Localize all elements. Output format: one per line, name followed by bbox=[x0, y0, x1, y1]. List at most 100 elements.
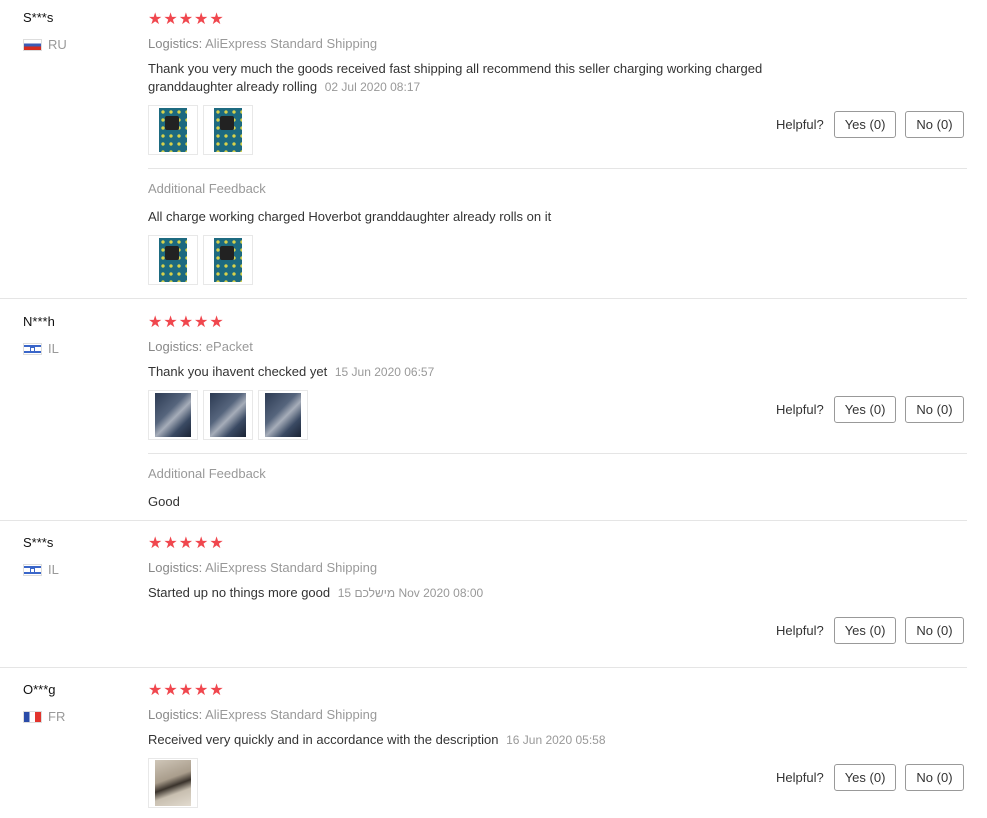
reviewer-name: S***s bbox=[23, 10, 54, 25]
star-icon: ★ bbox=[194, 535, 209, 552]
helpful-label: Helpful? bbox=[776, 402, 824, 417]
divider bbox=[148, 453, 967, 454]
reviewer-country: FR bbox=[23, 709, 65, 724]
star-icon: ★ bbox=[163, 11, 178, 28]
star-icon: ★ bbox=[209, 314, 224, 331]
review-photo[interactable] bbox=[148, 235, 198, 285]
review-photos bbox=[148, 390, 308, 440]
star-icon: ★ bbox=[209, 11, 224, 28]
logistics-info: Logistics: AliExpress Standard Shipping bbox=[148, 36, 377, 51]
helpful-no-button[interactable]: No (0) bbox=[905, 396, 964, 423]
logistics-label: Logistics: bbox=[148, 707, 203, 722]
logistics-info: Logistics: ePacket bbox=[148, 339, 253, 354]
additional-feedback-title: Additional Feedback bbox=[148, 181, 266, 196]
logistics-label: Logistics: bbox=[148, 339, 203, 354]
star-icon: ★ bbox=[148, 682, 163, 699]
divider bbox=[148, 168, 967, 169]
review-body: Thank you very much the goods received f… bbox=[148, 61, 763, 94]
country-code: IL bbox=[48, 341, 59, 356]
reviewer-country: IL bbox=[23, 562, 59, 577]
star-icon: ★ bbox=[178, 682, 194, 699]
logistics-info: Logistics: AliExpress Standard Shipping bbox=[148, 707, 377, 722]
review-photo[interactable] bbox=[203, 105, 253, 155]
logistics-info: Logistics: AliExpress Standard Shipping bbox=[148, 560, 377, 575]
review-body: Received very quickly and in accordance … bbox=[148, 732, 499, 747]
star-icon: ★ bbox=[178, 314, 194, 331]
review-photo[interactable] bbox=[258, 390, 308, 440]
review-photo[interactable] bbox=[203, 235, 253, 285]
review-photo[interactable] bbox=[148, 390, 198, 440]
helpful-yes-button[interactable]: Yes (0) bbox=[833, 764, 897, 791]
country-code: RU bbox=[48, 37, 67, 52]
star-icon: ★ bbox=[148, 535, 163, 552]
logistics-method: AliExpress Standard Shipping bbox=[205, 36, 378, 51]
helpful-vote: Helpful? Yes (0) No (0) bbox=[776, 764, 964, 791]
helpful-no-button[interactable]: No (0) bbox=[905, 764, 964, 791]
helpful-label: Helpful? bbox=[776, 770, 824, 785]
additional-photos bbox=[148, 235, 253, 285]
helpful-vote: Helpful? Yes (0) No (0) bbox=[776, 111, 964, 138]
review-date: 02 Jul 2020 08:17 bbox=[324, 80, 421, 94]
review-date: 16 Jun 2020 05:58 bbox=[506, 733, 606, 747]
france-flag-icon bbox=[23, 710, 42, 723]
star-icon: ★ bbox=[178, 535, 194, 552]
additional-feedback-text: Good bbox=[148, 494, 180, 509]
star-icon: ★ bbox=[194, 314, 209, 331]
review-separator bbox=[0, 520, 967, 521]
star-icon: ★ bbox=[194, 11, 209, 28]
star-rating: ★ ★ ★ ★ ★ bbox=[148, 536, 224, 552]
russia-flag-icon bbox=[23, 38, 42, 51]
additional-feedback-title: Additional Feedback bbox=[148, 466, 266, 481]
helpful-label: Helpful? bbox=[776, 623, 824, 638]
logistics-method: AliExpress Standard Shipping bbox=[205, 707, 378, 722]
helpful-vote: Helpful? Yes (0) No (0) bbox=[776, 617, 964, 644]
helpful-no-button[interactable]: No (0) bbox=[905, 617, 964, 644]
star-rating: ★ ★ ★ ★ ★ bbox=[148, 12, 224, 28]
star-icon: ★ bbox=[163, 682, 178, 699]
reviewer-name: N***h bbox=[23, 314, 55, 329]
star-icon: ★ bbox=[194, 682, 209, 699]
star-icon: ★ bbox=[209, 682, 224, 699]
israel-flag-icon bbox=[23, 563, 42, 576]
country-code: FR bbox=[48, 709, 66, 724]
review-date: 15 Jun 2020 06:57 bbox=[334, 365, 435, 379]
star-icon: ★ bbox=[148, 11, 163, 28]
review-photos bbox=[148, 105, 253, 155]
review-separator bbox=[0, 667, 967, 668]
country-code: IL bbox=[48, 562, 59, 577]
review-date: 15 מישלכם Nov 2020 08:00 bbox=[337, 586, 484, 600]
helpful-no-button[interactable]: No (0) bbox=[905, 111, 964, 138]
review-text: Thank you very much the goods received f… bbox=[148, 60, 798, 96]
reviewer-country: RU bbox=[23, 37, 67, 52]
review-photo[interactable] bbox=[203, 390, 253, 440]
reviewer-country: IL bbox=[23, 341, 59, 356]
star-icon: ★ bbox=[163, 535, 178, 552]
star-icon: ★ bbox=[163, 314, 178, 331]
review-text: Started up no things more good 15 מישלכם… bbox=[148, 584, 798, 602]
star-icon: ★ bbox=[209, 535, 224, 552]
review-photo[interactable] bbox=[148, 105, 198, 155]
review-photo[interactable] bbox=[148, 758, 198, 808]
helpful-vote: Helpful? Yes (0) No (0) bbox=[776, 396, 964, 423]
logistics-label: Logistics: bbox=[148, 36, 203, 51]
logistics-method: ePacket bbox=[205, 339, 253, 354]
reviewer-name: S***s bbox=[23, 535, 54, 550]
star-rating: ★ ★ ★ ★ ★ bbox=[148, 683, 224, 699]
star-icon: ★ bbox=[178, 11, 194, 28]
review-text: Thank you ihavent checked yet 15 Jun 202… bbox=[148, 363, 798, 381]
review-body: Thank you ihavent checked yet bbox=[148, 364, 328, 379]
helpful-label: Helpful? bbox=[776, 117, 824, 132]
review-text: Received very quickly and in accordance … bbox=[148, 731, 798, 749]
reviewer-name: O***g bbox=[23, 682, 56, 697]
review-body: Started up no things more good bbox=[148, 585, 331, 600]
helpful-yes-button[interactable]: Yes (0) bbox=[833, 111, 897, 138]
star-icon: ★ bbox=[148, 314, 163, 331]
logistics-method: AliExpress Standard Shipping bbox=[205, 560, 378, 575]
israel-flag-icon bbox=[23, 342, 42, 355]
review-separator bbox=[0, 298, 967, 299]
helpful-yes-button[interactable]: Yes (0) bbox=[833, 617, 897, 644]
additional-feedback-text: All charge working charged Hoverbot gran… bbox=[148, 209, 552, 224]
helpful-yes-button[interactable]: Yes (0) bbox=[833, 396, 897, 423]
logistics-label: Logistics: bbox=[148, 560, 203, 575]
star-rating: ★ ★ ★ ★ ★ bbox=[148, 315, 224, 331]
